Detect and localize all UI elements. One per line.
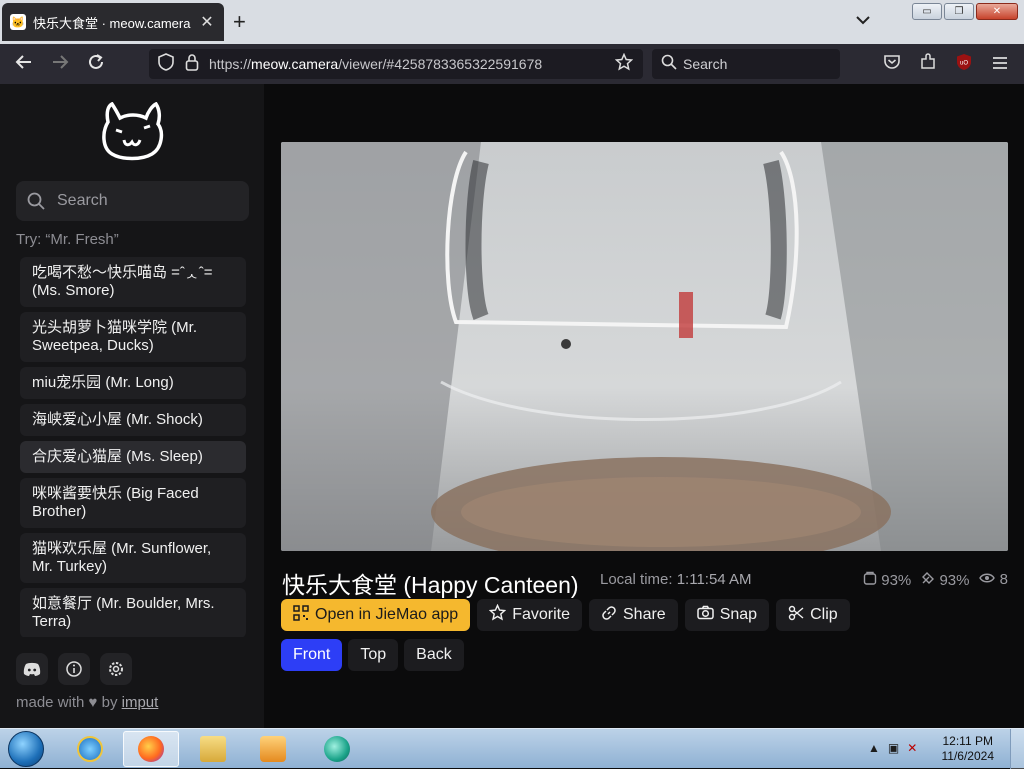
feeder-bowl-image (281, 142, 1008, 551)
snap-button[interactable]: Snap (684, 599, 770, 631)
camera-video-feed[interactable] (281, 142, 1008, 551)
tray-expand-icon[interactable]: ▲ (868, 741, 880, 755)
qr-code-icon (293, 604, 309, 626)
back-icon[interactable] (13, 53, 35, 75)
firefox-icon[interactable] (123, 731, 179, 767)
file-explorer-icon[interactable] (185, 731, 241, 767)
heart-icon: ♥ (88, 694, 98, 711)
tab-list-chevron-icon[interactable] (856, 12, 870, 28)
shield-icon[interactable] (155, 53, 177, 75)
search-icon (27, 192, 45, 215)
volume-muted-icon[interactable]: ✕ (907, 741, 917, 755)
app-circle-icon[interactable] (309, 731, 365, 767)
close-window-button[interactable]: ✕ (976, 3, 1018, 20)
viewer-main: 快乐大食堂 (Happy Canteen) Local time: 1:11:5… (264, 84, 1024, 728)
browser-tabbar: 🐱 快乐大食堂 · meow.camera ✕ + ▭ ❐ ✕ (0, 0, 1024, 44)
camera-search-input[interactable]: Search (16, 181, 249, 221)
meow-camera-logo-icon[interactable] (98, 101, 168, 169)
search-hint: Try: “Mr. Fresh” (16, 231, 119, 248)
ublock-icon[interactable]: uO (953, 53, 975, 75)
extensions-icon[interactable] (917, 53, 939, 75)
food-level-stat: 93% (863, 571, 911, 589)
link-icon (601, 605, 617, 626)
search-icon (658, 53, 680, 75)
camera-title: 快乐大食堂 (Happy Canteen) (282, 572, 579, 598)
camera-list: 吃喝不愁～快乐喵岛 =ˆᆺˆ= (Ms. Smore) 光头胡萝卜猫咪学院 (M… (20, 257, 246, 637)
tab-title: 快乐大食堂 · meow.camera (33, 15, 191, 31)
camera-icon (696, 605, 714, 625)
discord-icon[interactable] (16, 653, 48, 685)
share-button[interactable]: Share (589, 599, 678, 631)
lock-icon[interactable] (181, 53, 203, 75)
made-with-credit: made with ♥ by imput (16, 694, 159, 711)
reload-icon[interactable] (85, 53, 107, 75)
tab-close-icon[interactable]: ✕ (198, 12, 216, 32)
view-front-button[interactable]: Front (281, 639, 343, 671)
camera-list-item[interactable]: 海峡爱心小屋 (Mr. Shock) (20, 404, 246, 436)
url-text[interactable]: https://meow.camera/viewer/#425878336532… (209, 56, 542, 72)
view-switcher: Front Top Back (281, 639, 464, 671)
browser-tab-active[interactable]: 🐱 快乐大食堂 · meow.camera ✕ (2, 3, 224, 41)
camera-list-item[interactable]: 吃喝不愁～快乐喵岛 =ˆᆺˆ= (Ms. Smore) (20, 257, 246, 307)
sidebar-footer-icons (16, 653, 132, 685)
camera-list-item[interactable]: 如意餐厅 (Mr. Boulder, Mrs. Terra) (20, 588, 246, 637)
internet-explorer-icon[interactable] (62, 731, 118, 767)
minimize-button[interactable]: ▭ (912, 3, 942, 20)
system-tray: ▲ ▣ ✕ (868, 741, 917, 755)
media-player-icon[interactable] (245, 731, 301, 767)
local-time: Local time: 1:11:54 AM (600, 571, 752, 588)
forward-icon[interactable] (49, 53, 71, 75)
browser-search-placeholder: Search (683, 56, 728, 72)
window-controls: ▭ ❐ ✕ (912, 3, 1018, 20)
camera-list-item[interactable]: miu宠乐园 (Mr. Long) (20, 367, 246, 399)
camera-list-item[interactable]: 猫咪欢乐屋 (Mr. Sunflower, Mr. Turkey) (20, 533, 246, 583)
menu-hamburger-icon[interactable] (989, 53, 1011, 75)
info-icon[interactable] (58, 653, 90, 685)
view-back-button[interactable]: Back (404, 639, 464, 671)
viewers-stat: 8 (979, 571, 1008, 589)
restore-button[interactable]: ❐ (944, 3, 974, 20)
sidebar: Search Try: “Mr. Fresh” 吃喝不愁～快乐喵岛 =ˆᆺˆ= … (0, 84, 264, 728)
camera-list-item[interactable]: 咪咪酱要快乐 (Big Faced Brother) (20, 478, 246, 528)
new-tab-button[interactable]: + (233, 9, 246, 35)
site-favicon-icon: 🐱 (10, 14, 26, 30)
author-link[interactable]: imput (122, 694, 159, 711)
camera-stats: 93% 93% 8 (863, 571, 1008, 589)
open-in-app-button[interactable]: Open in JieMao app (281, 599, 471, 631)
pocket-icon[interactable] (881, 53, 903, 75)
camera-list-item[interactable]: 合庆爱心猫屋 (Ms. Sleep) (20, 441, 246, 473)
browser-search-bar[interactable]: Search (652, 49, 840, 79)
scissors-icon (788, 605, 804, 626)
action-buttons: Open in JieMao app Favorite Share Snap C… (281, 599, 850, 631)
bookmark-star-icon[interactable] (613, 52, 635, 75)
windows-taskbar: ▲ ▣ ✕ 12:11 PM 11/6/2024 (0, 728, 1024, 769)
clip-button[interactable]: Clip (776, 599, 850, 631)
star-icon (488, 603, 507, 626)
view-top-button[interactable]: Top (348, 639, 399, 671)
start-button[interactable] (8, 731, 44, 767)
svg-text:uO: uO (960, 61, 968, 67)
camera-search-placeholder: Search (57, 192, 108, 209)
browser-navbar: https://meow.camera/viewer/#425878336532… (0, 44, 1024, 84)
settings-gear-icon[interactable] (100, 653, 132, 685)
favorite-button[interactable]: Favorite (477, 599, 582, 631)
network-icon[interactable]: ▣ (888, 741, 899, 755)
show-desktop-button[interactable] (1010, 729, 1024, 769)
battery-stat: 93% (921, 571, 969, 589)
camera-list-item[interactable]: 光头胡萝卜猫咪学院 (Mr. Sweetpea, Ducks) (20, 312, 246, 362)
address-bar[interactable]: https://meow.camera/viewer/#425878336532… (149, 49, 643, 79)
system-clock[interactable]: 12:11 PM 11/6/2024 (942, 734, 995, 764)
